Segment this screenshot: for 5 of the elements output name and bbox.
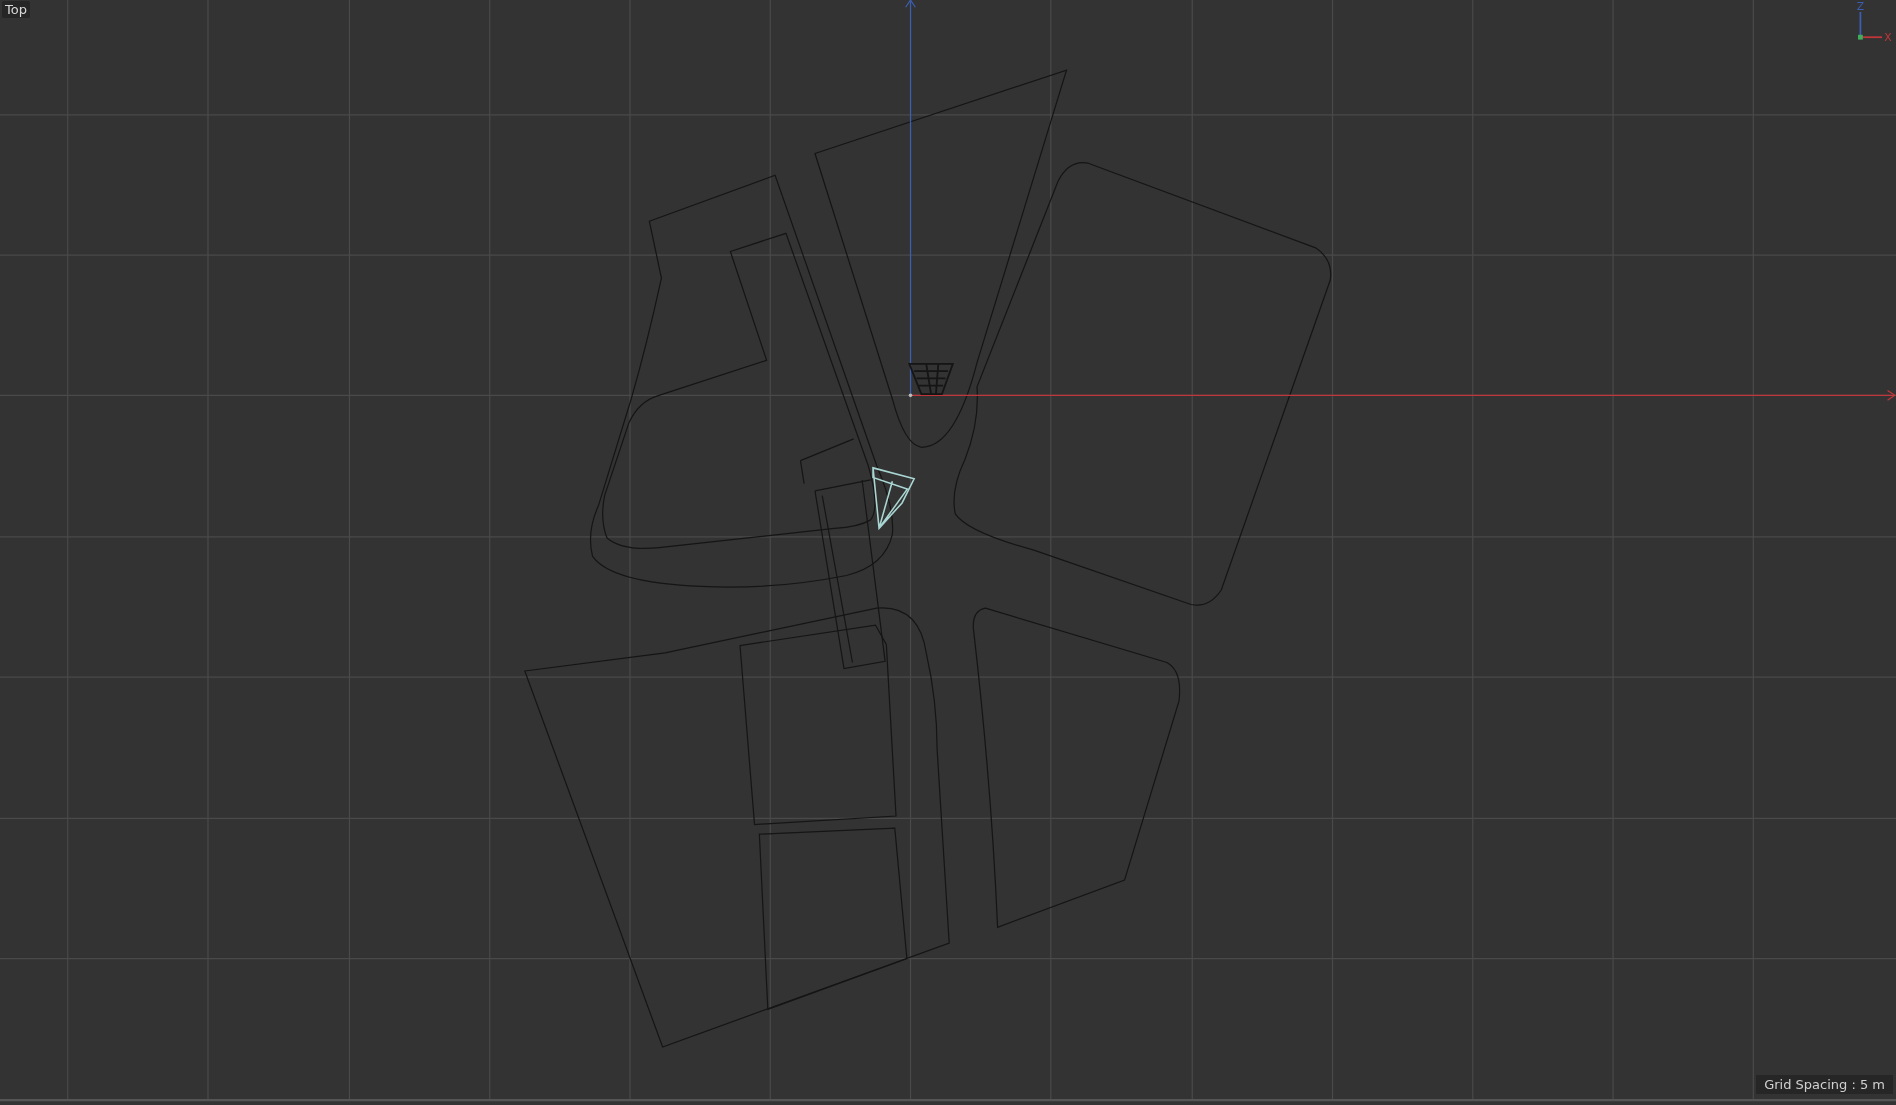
viewport[interactable]: Top Z X Grid Spacing : 5 m [0,0,1896,1105]
viewport-title[interactable]: Top [2,1,30,18]
camera-icon [908,363,955,396]
grid-spacing-label: Grid Spacing : 5 m [1756,1075,1893,1094]
camera-icon [872,467,916,530]
